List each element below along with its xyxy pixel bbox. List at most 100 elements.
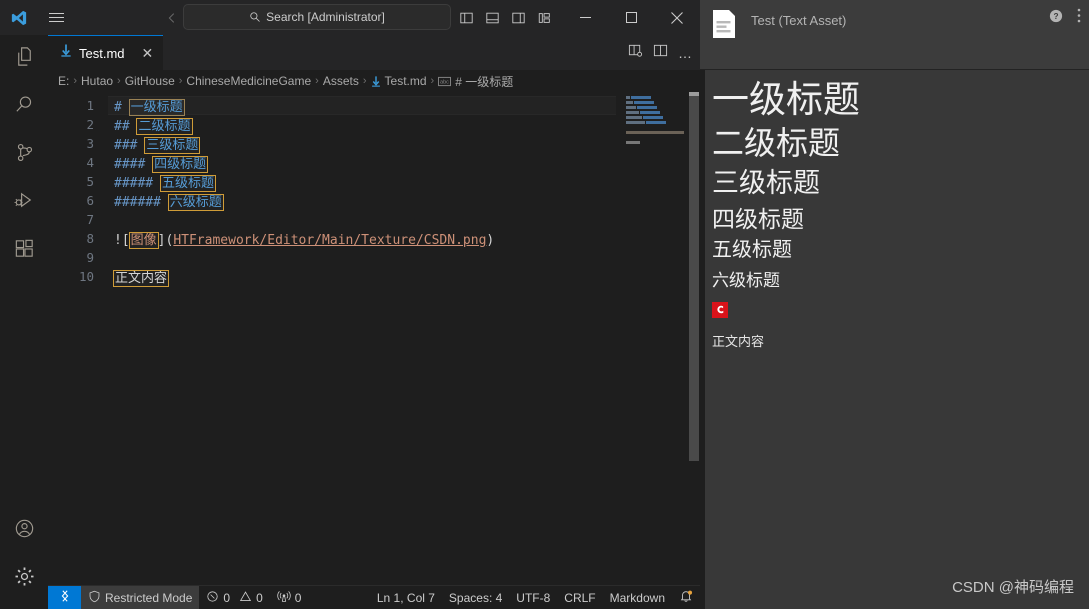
customize-layout-icon[interactable] xyxy=(536,10,553,26)
breadcrumb-separator: › xyxy=(315,75,319,87)
heading-marks: ###### xyxy=(114,195,161,210)
csdn-logo-icon xyxy=(712,302,728,319)
line-number: 9 xyxy=(86,250,94,265)
svg-text:abc: abc xyxy=(440,79,449,85)
activity-bar-bottom xyxy=(0,507,48,603)
notification-bell-icon xyxy=(679,589,693,606)
code-line-1: 1 # 一级标题 xyxy=(48,96,700,116)
line-number: 8 xyxy=(86,231,94,246)
files-icon xyxy=(13,45,36,73)
run-and-debug-icon xyxy=(13,189,36,217)
arrow-left-icon[interactable] xyxy=(160,6,184,30)
markdown-file-icon xyxy=(371,75,381,87)
open-preview-to-side-icon[interactable] xyxy=(628,43,643,63)
preview-heading-6: 六级标题 xyxy=(712,271,780,291)
code-line-9: 9 xyxy=(48,248,700,267)
minimap[interactable] xyxy=(624,96,686,146)
heading-text: 五级标题 xyxy=(159,175,216,192)
breadcrumb-item-file[interactable]: Test.md xyxy=(385,74,427,88)
sidebar-item-run-and-debug[interactable] xyxy=(0,179,48,227)
hamburger-menu-icon[interactable] xyxy=(38,0,74,35)
line-number: 6 xyxy=(86,193,94,208)
error-circle-icon xyxy=(206,590,219,606)
toggle-secondary-sidebar-icon[interactable] xyxy=(510,10,527,26)
line-number: 4 xyxy=(86,155,94,170)
line-number: 1 xyxy=(86,98,94,113)
heading-marks: #### xyxy=(114,157,146,172)
vscode-logo-icon xyxy=(0,0,38,35)
code-line-3: 3 ### 三级标题 xyxy=(48,134,700,154)
vscode-window: Search [Administrator] Test.md ✕ … E: › … xyxy=(0,0,700,609)
close-button[interactable] xyxy=(654,0,700,35)
status-encoding[interactable]: UTF-8 xyxy=(509,586,557,609)
breadcrumb-item-githouse[interactable]: GitHouse xyxy=(125,74,175,88)
status-notifications[interactable] xyxy=(672,586,700,609)
source-control-icon xyxy=(13,141,36,169)
split-editor-right-icon[interactable] xyxy=(653,43,668,63)
radio-tower-icon xyxy=(277,590,291,606)
code-editor[interactable]: 1 # 一级标题 2 ## 二级标题 3 ### 三级标题 4 #### 四级标… xyxy=(48,92,700,585)
image-path[interactable]: HTFramework/Editor/Main/Texture/CSDN.png xyxy=(173,233,486,248)
line-content: 正文内容 xyxy=(112,267,170,287)
watermark: CSDN @神码编程 xyxy=(952,579,1074,596)
minimize-button[interactable] xyxy=(562,0,608,35)
sidebar-item-extensions[interactable] xyxy=(0,227,48,275)
sidebar-item-explorer[interactable] xyxy=(0,35,48,83)
status-eol[interactable]: CRLF xyxy=(557,586,602,609)
screenshot-root: Search [Administrator] Test.md ✕ … E: › … xyxy=(0,0,1089,609)
breadcrumb-item-chinesemedicinegame[interactable]: ChineseMedicineGame xyxy=(186,74,311,88)
breadcrumb-item-assets[interactable]: Assets xyxy=(323,74,359,88)
tab-test-md[interactable]: Test.md ✕ xyxy=(48,35,164,70)
heading-marks: # xyxy=(114,100,122,115)
status-indentation[interactable]: Spaces: 4 xyxy=(442,586,509,609)
sidebar-item-accounts[interactable] xyxy=(0,507,48,555)
kebab-menu-icon[interactable] xyxy=(1077,8,1081,25)
more-actions-icon[interactable]: … xyxy=(678,46,692,60)
editor-scrollbar[interactable] xyxy=(686,92,700,585)
preview-heading-3: 三级标题 xyxy=(712,168,820,199)
search-icon xyxy=(249,11,261,23)
unity-inspector-panel: Test (Text Asset) ? 一级标题 二级标题 三级标题 四级标题 … xyxy=(700,0,1089,609)
breadcrumb-separator: › xyxy=(430,75,435,87)
sidebar-item-search[interactable] xyxy=(0,83,48,131)
close-icon[interactable]: ✕ xyxy=(142,46,154,60)
breadcrumb-item-drive[interactable]: E: xyxy=(58,74,69,88)
preview-heading-4: 四级标题 xyxy=(712,206,804,233)
code-line-7: 7 xyxy=(48,210,700,229)
line-number: 5 xyxy=(86,174,94,189)
workbench-body: Test.md ✕ … E: › Hutao › GitHouse › Chin… xyxy=(0,35,700,609)
toggle-panel-icon[interactable] xyxy=(484,10,501,26)
warning-count: 0 xyxy=(256,590,263,605)
line-content: ## 二级标题 xyxy=(114,115,193,135)
toggle-primary-sidebar-icon[interactable] xyxy=(458,10,475,26)
image-alt-text: 图像 xyxy=(128,232,159,249)
image-suffix: ) xyxy=(486,233,495,248)
sidebar-item-source-control[interactable] xyxy=(0,131,48,179)
maximize-button[interactable] xyxy=(608,0,654,35)
search-input[interactable]: Search [Administrator] xyxy=(183,4,451,30)
tab-bar: Test.md ✕ … xyxy=(48,35,700,70)
code-line-4: 4 #### 四级标题 xyxy=(48,153,700,173)
code-lines: 1 # 一级标题 2 ## 二级标题 3 ### 三级标题 4 #### 四级标… xyxy=(48,96,700,287)
status-restricted-mode[interactable]: Restricted Mode xyxy=(81,586,200,609)
breadcrumb-separator: › xyxy=(117,75,121,87)
heading-text: 一级标题 xyxy=(128,99,185,116)
breadcrumb-item-symbol[interactable]: # 一级标题 xyxy=(455,73,513,90)
status-cursor-position[interactable]: Ln 1, Col 7 xyxy=(370,586,442,609)
status-ports[interactable]: 0 xyxy=(270,586,309,609)
status-problems[interactable]: 0 0 xyxy=(199,586,269,609)
status-language-mode[interactable]: Markdown xyxy=(603,586,672,609)
tab-label: Test.md xyxy=(79,45,125,61)
editor-scrollbar-thumb[interactable] xyxy=(689,95,699,461)
heading-marks: ### xyxy=(114,138,138,153)
sidebar-item-manage[interactable] xyxy=(0,555,48,603)
preview-heading-2: 二级标题 xyxy=(712,125,841,162)
breadcrumb-item-hutao[interactable]: Hutao xyxy=(81,74,113,88)
line-content: # 一级标题 xyxy=(114,96,185,116)
code-line-2: 2 ## 二级标题 xyxy=(48,115,700,135)
help-circle-icon[interactable]: ? xyxy=(1049,9,1063,28)
body-text: 正文内容 xyxy=(112,270,170,287)
inspector-title: Test (Text Asset) xyxy=(751,13,847,28)
remote-window-indicator[interactable] xyxy=(48,586,81,609)
activity-bar xyxy=(0,35,48,609)
